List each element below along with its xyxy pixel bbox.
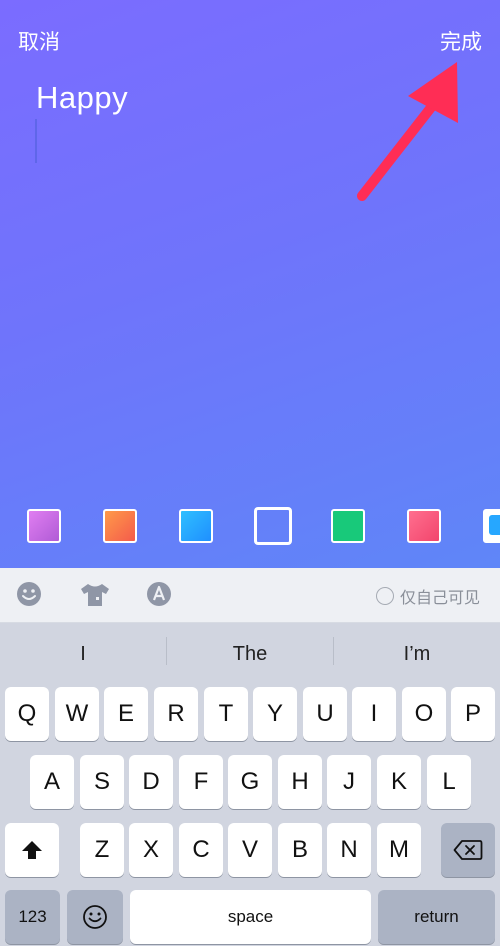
key-x[interactable]: X xyxy=(129,823,173,877)
key-u[interactable]: U xyxy=(303,687,347,741)
key-a[interactable]: A xyxy=(30,755,74,809)
color-swatch-orange[interactable] xyxy=(103,509,137,543)
emoji-icon xyxy=(83,905,107,929)
key-n[interactable]: N xyxy=(327,823,371,877)
shirt-icon[interactable] xyxy=(79,582,111,608)
private-label: 仅自己可见 xyxy=(399,588,480,607)
editor-toolbar: 仅自己可见 xyxy=(0,568,500,623)
emoji-key[interactable] xyxy=(67,890,123,944)
key-s[interactable]: S xyxy=(80,755,124,809)
private-visibility-toggle[interactable]: 仅自己可见 xyxy=(375,584,480,608)
arrow-annotation-icon xyxy=(357,62,458,201)
key-t[interactable]: T xyxy=(204,687,248,741)
color-swatch-selected[interactable] xyxy=(254,507,292,545)
cancel-button[interactable]: 取消 xyxy=(18,26,60,56)
color-swatch-pink[interactable] xyxy=(407,509,441,543)
key-i[interactable]: I xyxy=(352,687,396,741)
text-cursor xyxy=(35,119,37,163)
keyboard: I The I’m Q W E R T Y U I O P A S D F G … xyxy=(0,623,500,946)
text-editor-area[interactable]: 取消 完成 Happy xyxy=(0,0,500,568)
backspace-icon xyxy=(453,840,483,860)
key-p[interactable]: P xyxy=(451,687,495,741)
color-swatch-purple[interactable] xyxy=(27,509,61,543)
key-w[interactable]: W xyxy=(55,687,99,741)
radio-icon xyxy=(375,587,394,605)
return-key[interactable]: return xyxy=(378,890,495,944)
numbers-key[interactable]: 123 xyxy=(5,890,60,944)
key-z[interactable]: Z xyxy=(80,823,124,877)
color-swatch-more[interactable] xyxy=(483,509,500,543)
key-b[interactable]: B xyxy=(278,823,322,877)
suggestion-item[interactable]: The xyxy=(167,623,333,683)
key-v[interactable]: V xyxy=(228,823,272,877)
key-h[interactable]: H xyxy=(278,755,322,809)
emoji-icon[interactable] xyxy=(16,581,42,607)
suggestion-item[interactable]: I’m xyxy=(334,623,500,683)
backspace-key[interactable] xyxy=(441,823,495,877)
color-swatch-blue[interactable] xyxy=(179,509,213,543)
key-d[interactable]: D xyxy=(129,755,173,809)
key-e[interactable]: E xyxy=(104,687,148,741)
color-swatch-green[interactable] xyxy=(331,509,365,543)
key-c[interactable]: C xyxy=(179,823,223,877)
font-style-icon[interactable] xyxy=(146,581,172,607)
suggestion-bar: I The I’m xyxy=(0,623,500,683)
shirt-icon xyxy=(489,515,500,535)
key-y[interactable]: Y xyxy=(253,687,297,741)
key-l[interactable]: L xyxy=(427,755,471,809)
suggestion-item[interactable]: I xyxy=(0,623,166,683)
shift-key[interactable] xyxy=(5,823,59,877)
space-key[interactable]: space xyxy=(130,890,371,944)
key-m[interactable]: M xyxy=(377,823,421,877)
key-o[interactable]: O xyxy=(402,687,446,741)
key-k[interactable]: K xyxy=(377,755,421,809)
key-j[interactable]: J xyxy=(327,755,371,809)
shift-icon xyxy=(22,841,42,859)
key-q[interactable]: Q xyxy=(5,687,49,741)
editor-text[interactable]: Happy xyxy=(36,80,128,116)
key-g[interactable]: G xyxy=(228,755,272,809)
key-r[interactable]: R xyxy=(154,687,198,741)
key-f[interactable]: F xyxy=(179,755,223,809)
